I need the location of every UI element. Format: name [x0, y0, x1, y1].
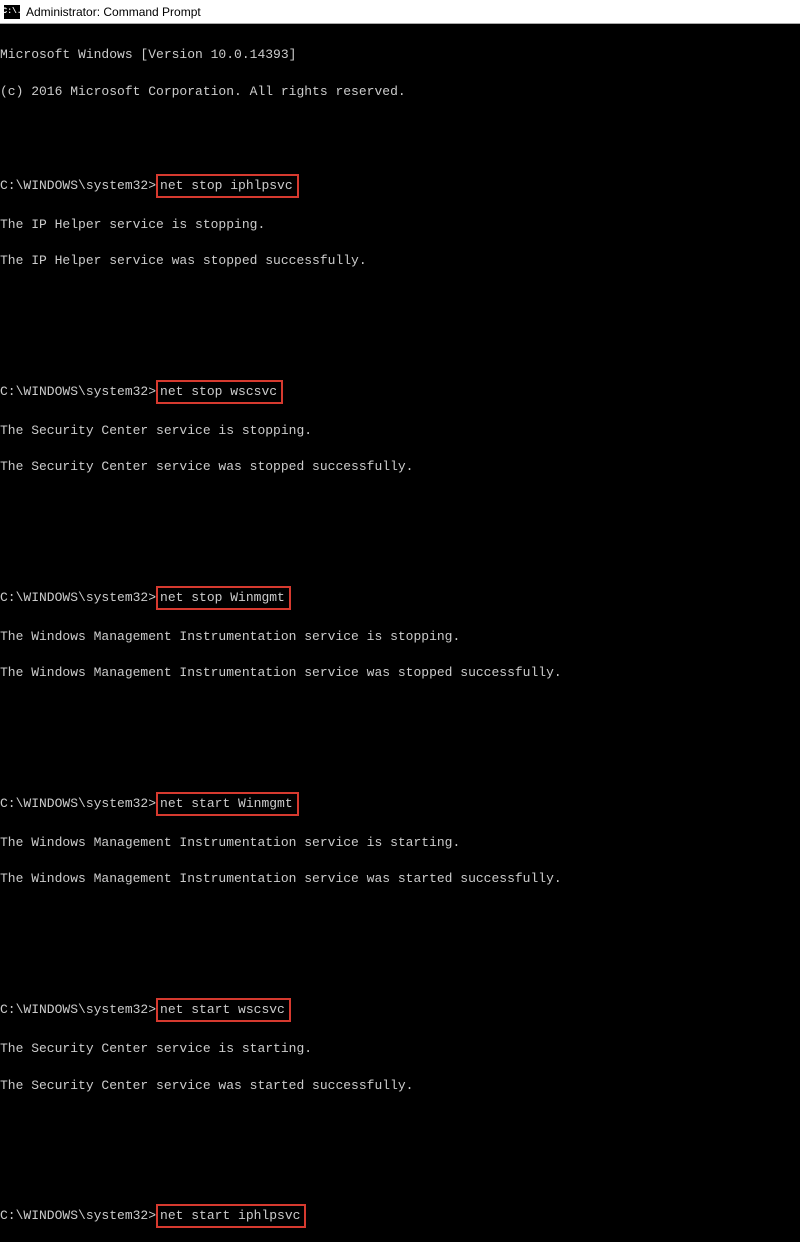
window-title: Administrator: Command Prompt	[26, 5, 201, 19]
output-line: The Windows Management Instrumentation s…	[0, 834, 800, 852]
prompt: C:\WINDOWS\system32>	[0, 178, 156, 193]
blank-line	[0, 943, 800, 961]
blank-line	[0, 737, 800, 755]
prompt: C:\WINDOWS\system32>	[0, 796, 156, 811]
highlighted-command: net stop iphlpsvc	[156, 174, 299, 198]
highlighted-command: net start wscsvc	[156, 998, 291, 1022]
output-line: The Security Center service is starting.	[0, 1040, 800, 1058]
blank-line	[0, 495, 800, 513]
output-line: The Security Center service was stopped …	[0, 458, 800, 476]
terminal-output[interactable]: Microsoft Windows [Version 10.0.14393] (…	[0, 24, 800, 1242]
blank-line	[0, 325, 800, 343]
blank-line	[0, 289, 800, 307]
highlighted-command: net start iphlpsvc	[156, 1204, 306, 1228]
highlighted-command: net stop Winmgmt	[156, 586, 291, 610]
output-line: The Security Center service is stopping.	[0, 422, 800, 440]
output-line: The IP Helper service is stopping.	[0, 216, 800, 234]
blank-line	[0, 119, 800, 137]
output-line: The Windows Management Instrumentation s…	[0, 870, 800, 888]
prompt: C:\WINDOWS\system32>	[0, 590, 156, 605]
command-line: C:\WINDOWS\system32>net start wscsvc	[0, 998, 800, 1022]
blank-line	[0, 531, 800, 549]
blank-line	[0, 1149, 800, 1167]
window-titlebar[interactable]: C:\. Administrator: Command Prompt	[0, 0, 800, 24]
output-line: The IP Helper service was stopped succes…	[0, 252, 800, 270]
prompt: C:\WINDOWS\system32>	[0, 1208, 156, 1223]
cmd-icon: C:\.	[4, 5, 20, 19]
highlighted-command: net start Winmgmt	[156, 792, 299, 816]
blank-line	[0, 701, 800, 719]
command-line: C:\WINDOWS\system32>net stop wscsvc	[0, 380, 800, 404]
command-line: C:\WINDOWS\system32>net start Winmgmt	[0, 792, 800, 816]
prompt: C:\WINDOWS\system32>	[0, 1002, 156, 1017]
blank-line	[0, 907, 800, 925]
command-line: C:\WINDOWS\system32>net stop Winmgmt	[0, 586, 800, 610]
command-line: C:\WINDOWS\system32>net stop iphlpsvc	[0, 174, 800, 198]
blank-line	[0, 1113, 800, 1131]
copyright-line: (c) 2016 Microsoft Corporation. All righ…	[0, 83, 800, 101]
output-line: The Windows Management Instrumentation s…	[0, 628, 800, 646]
output-line: The Security Center service was started …	[0, 1077, 800, 1095]
version-line: Microsoft Windows [Version 10.0.14393]	[0, 46, 800, 64]
output-line: The Windows Management Instrumentation s…	[0, 664, 800, 682]
command-line: C:\WINDOWS\system32>net start iphlpsvc	[0, 1204, 800, 1228]
highlighted-command: net stop wscsvc	[156, 380, 283, 404]
prompt: C:\WINDOWS\system32>	[0, 384, 156, 399]
